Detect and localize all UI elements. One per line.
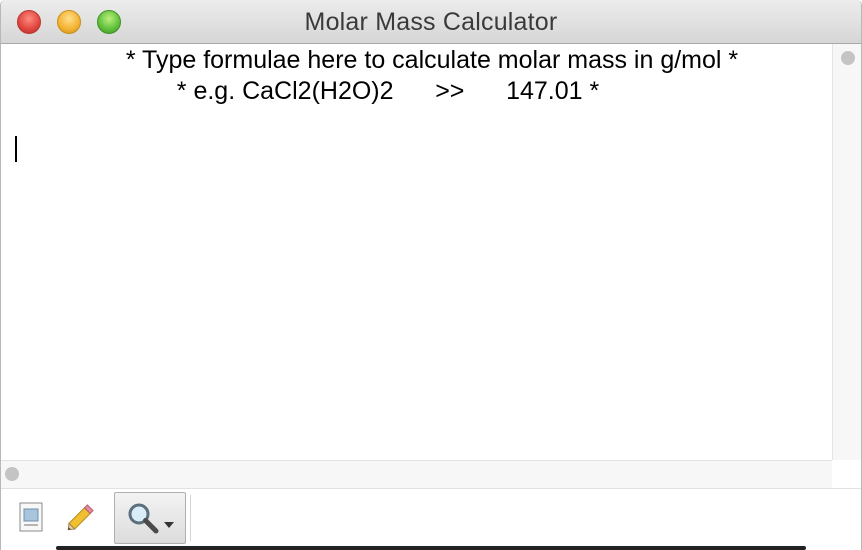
bottom-toolbar [1,488,861,550]
instruction-line: * Type formulae here to calculate molar … [125,46,739,74]
window-title: Molar Mass Calculator [304,8,558,36]
chevron-down-icon[interactable] [163,519,175,531]
edit-button[interactable] [61,495,101,539]
text-cursor [15,136,17,162]
vertical-scrollbar[interactable] [832,44,861,460]
title-bar[interactable]: Molar Mass Calculator [1,0,861,44]
document-button[interactable] [11,495,51,539]
pencil-icon [67,504,94,531]
vertical-scroll-thumb[interactable] [841,51,855,65]
toolbar-divider [190,495,191,541]
horizontal-scroll-thumb[interactable] [5,467,19,481]
search-icon [128,503,159,534]
document-icon [19,502,43,532]
example-line: * e.g. CaCl2(H2O)2 >> 147.01 * [176,77,600,105]
app-window: Molar Mass Calculator * Type formulae he… [0,0,862,550]
window-shadow [56,546,806,550]
horizontal-scrollbar[interactable] [1,460,832,488]
search-button[interactable] [114,492,186,544]
formula-editor[interactable]: * Type formulae here to calculate molar … [1,44,832,460]
